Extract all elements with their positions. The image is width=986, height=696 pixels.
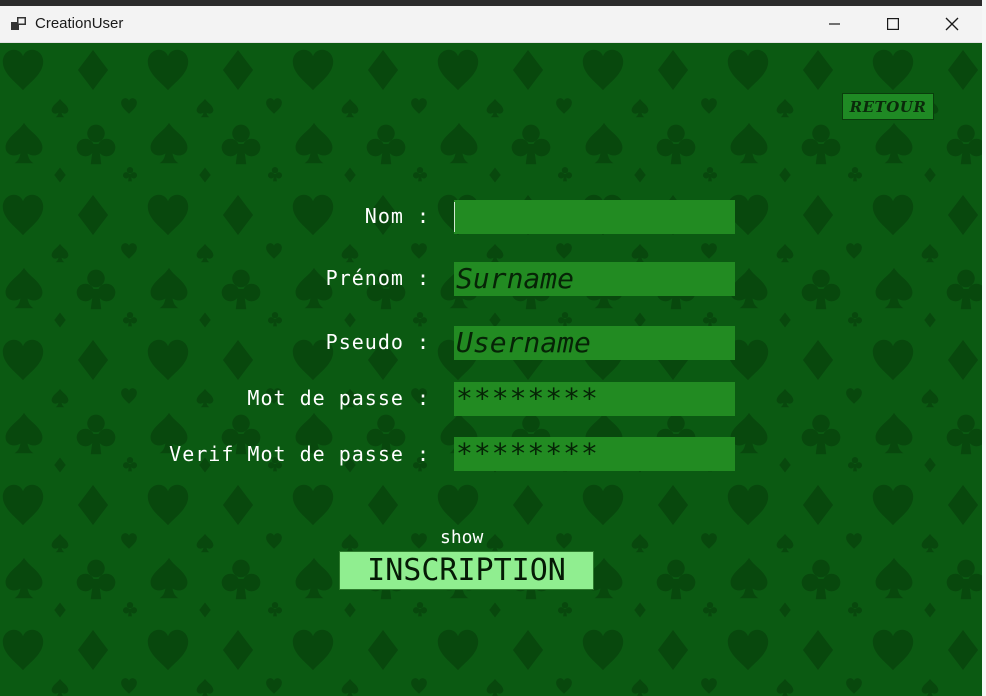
prenom-label: Prénom : <box>325 266 430 290</box>
form-area: RETOUR Nom : Prénom : Surname Pseudo : U… <box>0 43 982 696</box>
password-label: Mot de passe : <box>247 386 430 410</box>
maximize-icon <box>887 18 899 30</box>
minimize-button[interactable] <box>806 6 864 42</box>
nom-label: Nom : <box>364 204 430 228</box>
minimize-icon <box>829 18 841 30</box>
inscription-button[interactable]: INSCRIPTION <box>339 551 594 590</box>
password-confirm-label: Verif Mot de passe : <box>169 442 430 466</box>
password-confirm-input[interactable]: ******** <box>454 437 735 471</box>
maximize-button[interactable] <box>864 6 922 42</box>
nom-input[interactable] <box>454 200 735 234</box>
prenom-input[interactable]: Surname <box>454 262 735 296</box>
background-window-edge <box>982 0 986 696</box>
password-input[interactable]: ******** <box>454 382 735 416</box>
card-suits-pattern <box>0 43 982 696</box>
pseudo-label: Pseudo : <box>325 330 430 354</box>
show-password-link[interactable]: show <box>440 527 483 548</box>
pseudo-input[interactable]: Username <box>454 326 735 360</box>
window-title: CreationUser <box>35 15 124 32</box>
retour-button[interactable]: RETOUR <box>842 93 934 120</box>
app-window-icon <box>11 16 27 30</box>
close-icon <box>945 17 959 31</box>
text-caret <box>454 202 455 232</box>
close-button[interactable] <box>922 6 982 42</box>
title-bar[interactable]: CreationUser <box>0 6 982 43</box>
creation-user-window: CreationUser RETOUR Nom: Prénom: Surna… <box>0 6 982 696</box>
